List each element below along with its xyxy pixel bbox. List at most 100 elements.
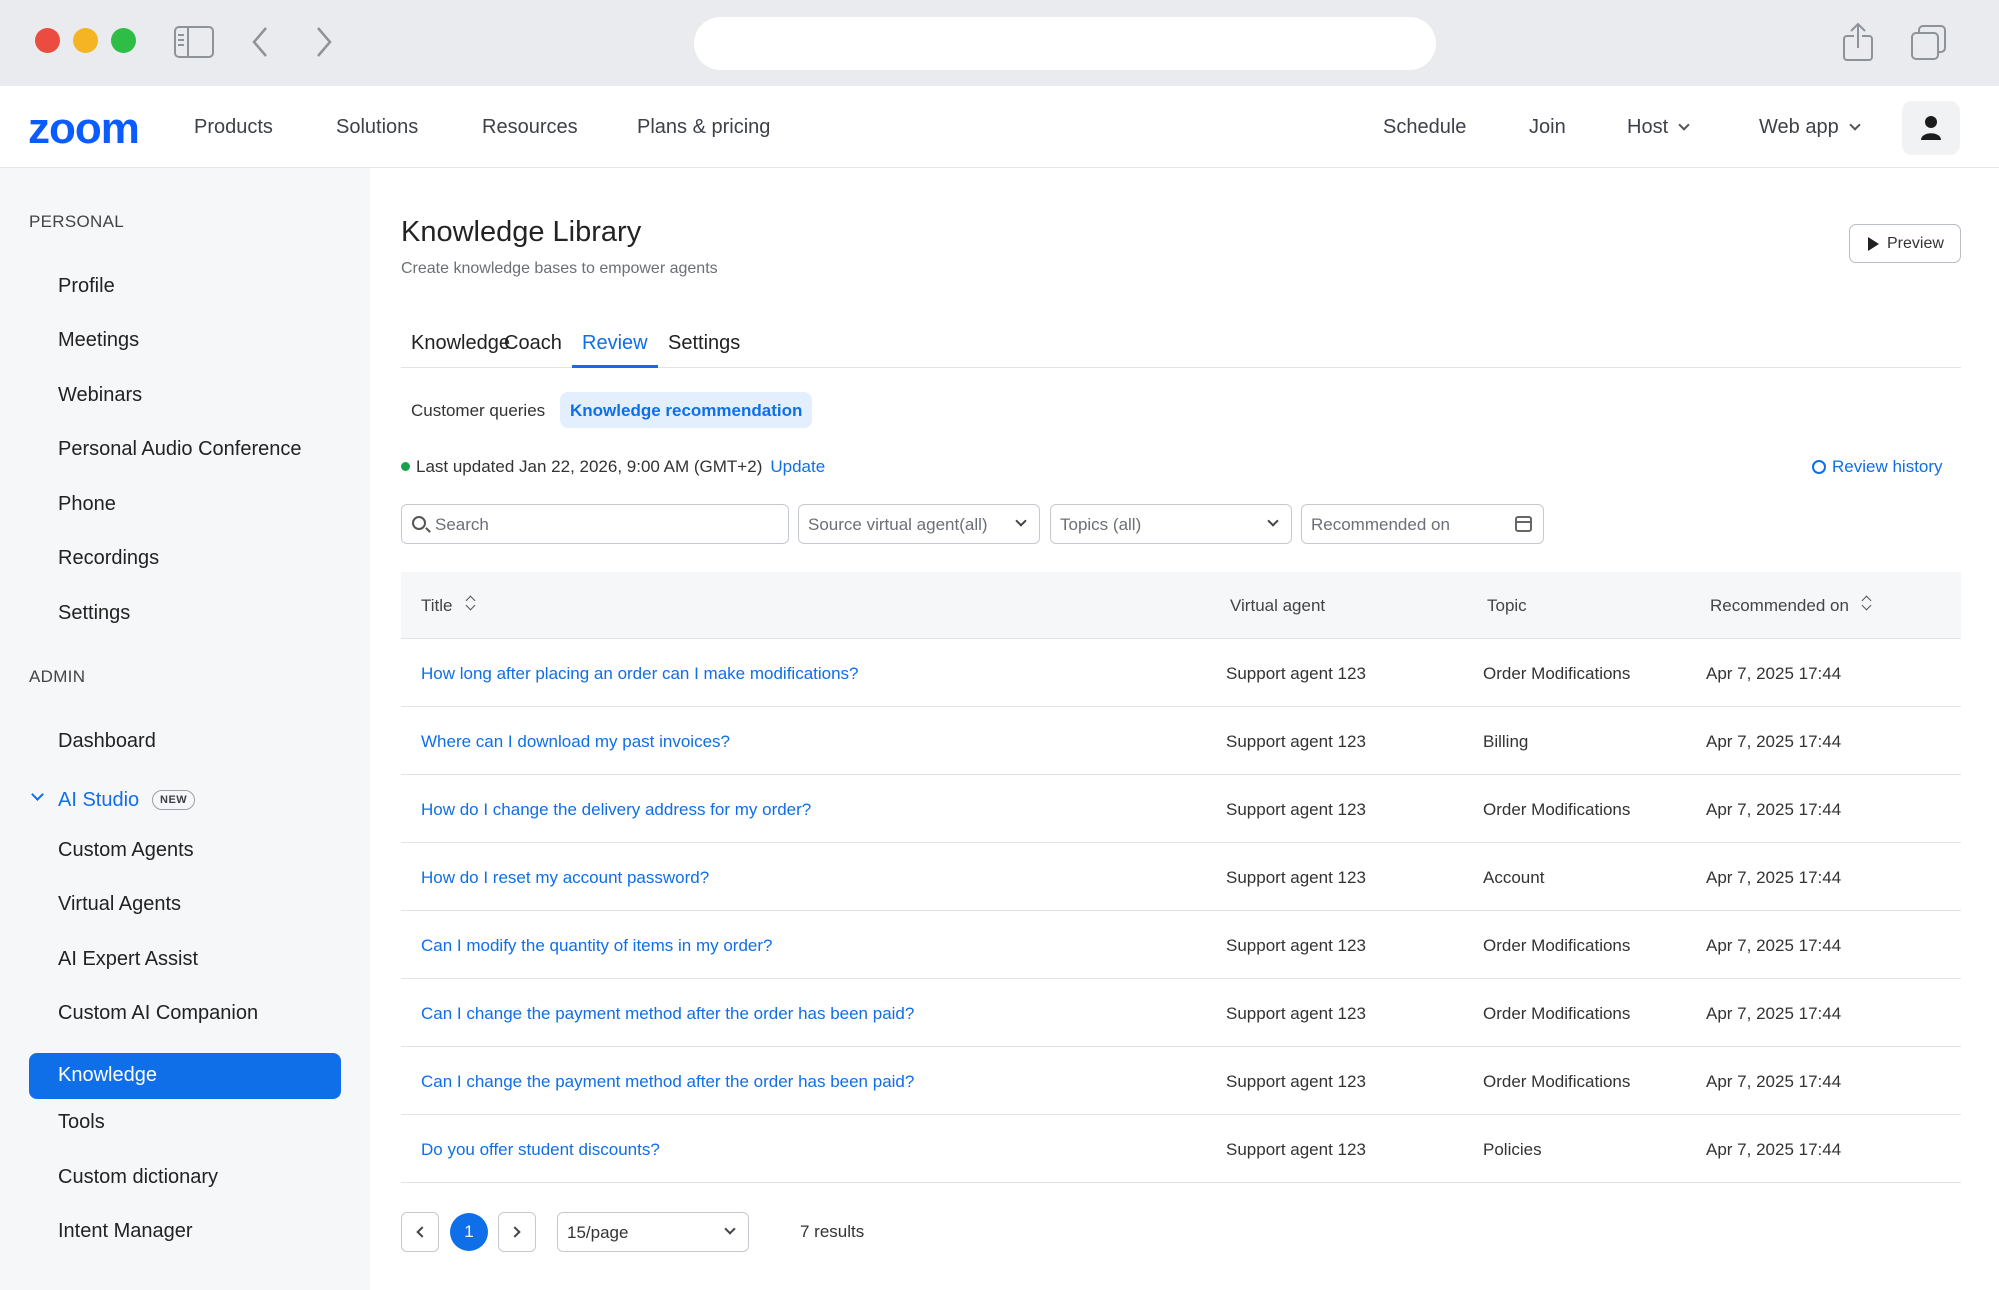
per-page-select[interactable]: 15/page: [557, 1212, 749, 1252]
nav-solutions[interactable]: Solutions: [336, 116, 418, 139]
previous-page-button[interactable]: [401, 1212, 439, 1252]
table-row[interactable]: How long after placing an order can I ma…: [401, 639, 1961, 707]
sidebar-item-settings[interactable]: Settings: [29, 591, 341, 637]
nav-web-app-dropdown[interactable]: Web app: [1759, 116, 1861, 139]
main-content: Knowledge Library Create knowledge bases…: [370, 168, 1999, 1290]
row-title-link[interactable]: Do you offer student discounts?: [421, 1140, 660, 1160]
user-account-button[interactable]: [1902, 101, 1960, 155]
column-header-title[interactable]: Title: [421, 596, 475, 616]
table-row[interactable]: Can I change the payment method after th…: [401, 1047, 1961, 1115]
search-input[interactable]: Search: [401, 504, 789, 544]
tab-settings[interactable]: Settings: [668, 332, 740, 368]
preview-button[interactable]: Preview: [1849, 224, 1961, 263]
nav-products[interactable]: Products: [194, 116, 273, 139]
tab-coach[interactable]: Coach: [504, 332, 562, 368]
recommended-on-datepicker[interactable]: Recommended on: [1301, 504, 1544, 544]
zoom-logo[interactable]: zoom: [28, 104, 140, 154]
chevron-down-icon: [1015, 515, 1027, 527]
sidebar-item-knowledge[interactable]: Knowledge: [29, 1053, 341, 1099]
row-topic: Order Modifications: [1483, 936, 1631, 955]
row-recommended-on: Apr 7, 2025 17:44: [1706, 732, 1842, 751]
table-row[interactable]: How do I reset my account password? Suppo…: [401, 843, 1961, 911]
row-virtual-agent: Support agent 123: [1226, 936, 1366, 955]
sidebar-toggle-icon[interactable]: [174, 26, 214, 58]
table-row[interactable]: Where can I download my past invoices? Su…: [401, 707, 1961, 775]
nav-plans-pricing[interactable]: Plans & pricing: [637, 116, 770, 139]
row-virtual-agent: Support agent 123: [1226, 664, 1366, 683]
last-updated-text: Last updated Jan 22, 2026, 9:00 AM (GMT+…: [416, 457, 763, 476]
minimize-window-button[interactable]: [73, 28, 98, 53]
sidebar-item-label: Webinars: [58, 384, 143, 406]
row-topic: Policies: [1483, 1140, 1542, 1159]
share-icon[interactable]: [1842, 22, 1874, 62]
sidebar-item-webinars[interactable]: Webinars: [29, 373, 341, 419]
sidebar-item-virtual-agents[interactable]: Virtual Agents: [29, 882, 341, 928]
sidebar-header-admin: ADMIN: [29, 667, 86, 686]
sort-icon[interactable]: [1861, 595, 1871, 609]
nav-web-app-label: Web app: [1759, 116, 1839, 138]
recommended-on-placeholder: Recommended on: [1311, 515, 1450, 534]
sidebar-item-label: Custom Agents: [58, 839, 194, 861]
page-number-current[interactable]: 1: [450, 1213, 488, 1251]
source-virtual-agent-select[interactable]: Source virtual agent(all): [798, 504, 1040, 544]
sidebar-item-personal-audio-conference[interactable]: Personal Audio Conference: [29, 427, 341, 473]
tabs-overview-icon[interactable]: [1910, 24, 1948, 62]
row-recommended-on: Apr 7, 2025 17:44: [1706, 800, 1842, 819]
row-title-link[interactable]: How do I change the delivery address for…: [421, 800, 811, 820]
tab-review[interactable]: Review: [572, 332, 658, 368]
topics-select[interactable]: Topics (all): [1050, 504, 1292, 544]
table-body: How long after placing an order can I ma…: [401, 639, 1961, 1183]
sidebar-item-custom-ai-companion[interactable]: Custom AI Companion: [29, 991, 341, 1037]
row-title-link[interactable]: How do I reset my account password?: [421, 868, 709, 888]
back-arrow-icon[interactable]: [250, 26, 270, 58]
sidebar-item-intent-manager[interactable]: Intent Manager: [29, 1209, 341, 1255]
row-recommended-on: Apr 7, 2025 17:44: [1706, 1004, 1842, 1023]
sidebar-item-meetings[interactable]: Meetings: [29, 318, 341, 364]
sort-icon[interactable]: [465, 595, 475, 609]
column-header-topic: Topic: [1487, 596, 1527, 615]
nav-host-dropdown[interactable]: Host: [1627, 116, 1690, 139]
row-topic: Order Modifications: [1483, 800, 1631, 819]
update-link[interactable]: Update: [770, 457, 825, 476]
column-header-recommended-on[interactable]: Recommended on: [1710, 596, 1871, 616]
close-window-button[interactable]: [35, 28, 60, 53]
row-virtual-agent: Support agent 123: [1226, 1004, 1366, 1023]
segment-customer-queries[interactable]: Customer queries: [401, 392, 555, 428]
tab-bar: Knowledge Coach Review Settings: [401, 322, 1961, 368]
review-history-label: Review history: [1832, 457, 1943, 476]
row-title-link[interactable]: Can I change the payment method after th…: [421, 1072, 914, 1092]
topics-value: Topics (all): [1060, 515, 1142, 534]
nav-resources[interactable]: Resources: [482, 116, 578, 139]
sidebar-item-ai-expert-assist[interactable]: AI Expert Assist: [29, 937, 341, 983]
row-title-link[interactable]: Where can I download my past invoices?: [421, 732, 730, 752]
forward-arrow-icon[interactable]: [314, 26, 334, 58]
chevron-down-icon: [1849, 119, 1861, 131]
row-title-link[interactable]: Can I modify the quantity of items in my…: [421, 936, 773, 956]
table-row[interactable]: How do I change the delivery address for…: [401, 775, 1961, 843]
nav-join[interactable]: Join: [1529, 116, 1566, 139]
row-title-link[interactable]: How long after placing an order can I ma…: [421, 664, 859, 684]
tab-knowledge[interactable]: Knowledge: [411, 332, 510, 368]
table-row[interactable]: Can I modify the quantity of items in my…: [401, 911, 1961, 979]
table-row[interactable]: Do you offer student discounts? Support a…: [401, 1115, 1961, 1183]
address-bar[interactable]: [694, 17, 1436, 70]
row-title-link[interactable]: Can I change the payment method after th…: [421, 1004, 914, 1024]
sidebar-item-custom-dictionary[interactable]: Custom dictionary: [29, 1155, 341, 1201]
review-history-link[interactable]: Review history: [1812, 457, 1943, 477]
sidebar-item-custom-agents[interactable]: Custom Agents: [29, 828, 341, 874]
segment-knowledge-recommendation[interactable]: Knowledge recommendation: [560, 392, 813, 428]
maximize-window-button[interactable]: [111, 28, 136, 53]
sidebar-item-label: Dashboard: [58, 730, 156, 752]
sidebar-item-label: Custom AI Companion: [58, 1002, 259, 1024]
sidebar-item-label: Phone: [58, 493, 116, 515]
nav-schedule[interactable]: Schedule: [1383, 116, 1466, 139]
sidebar-item-tools[interactable]: Tools: [29, 1100, 341, 1146]
next-page-button[interactable]: [498, 1212, 536, 1252]
search-icon: [412, 516, 426, 530]
sidebar-item-phone[interactable]: Phone: [29, 482, 341, 528]
sidebar-item-dashboard[interactable]: Dashboard: [29, 719, 341, 765]
table-row[interactable]: Can I change the payment method after th…: [401, 979, 1961, 1047]
row-topic: Billing: [1483, 732, 1529, 751]
sidebar-item-profile[interactable]: Profile: [29, 264, 341, 310]
sidebar-item-recordings[interactable]: Recordings: [29, 536, 341, 582]
